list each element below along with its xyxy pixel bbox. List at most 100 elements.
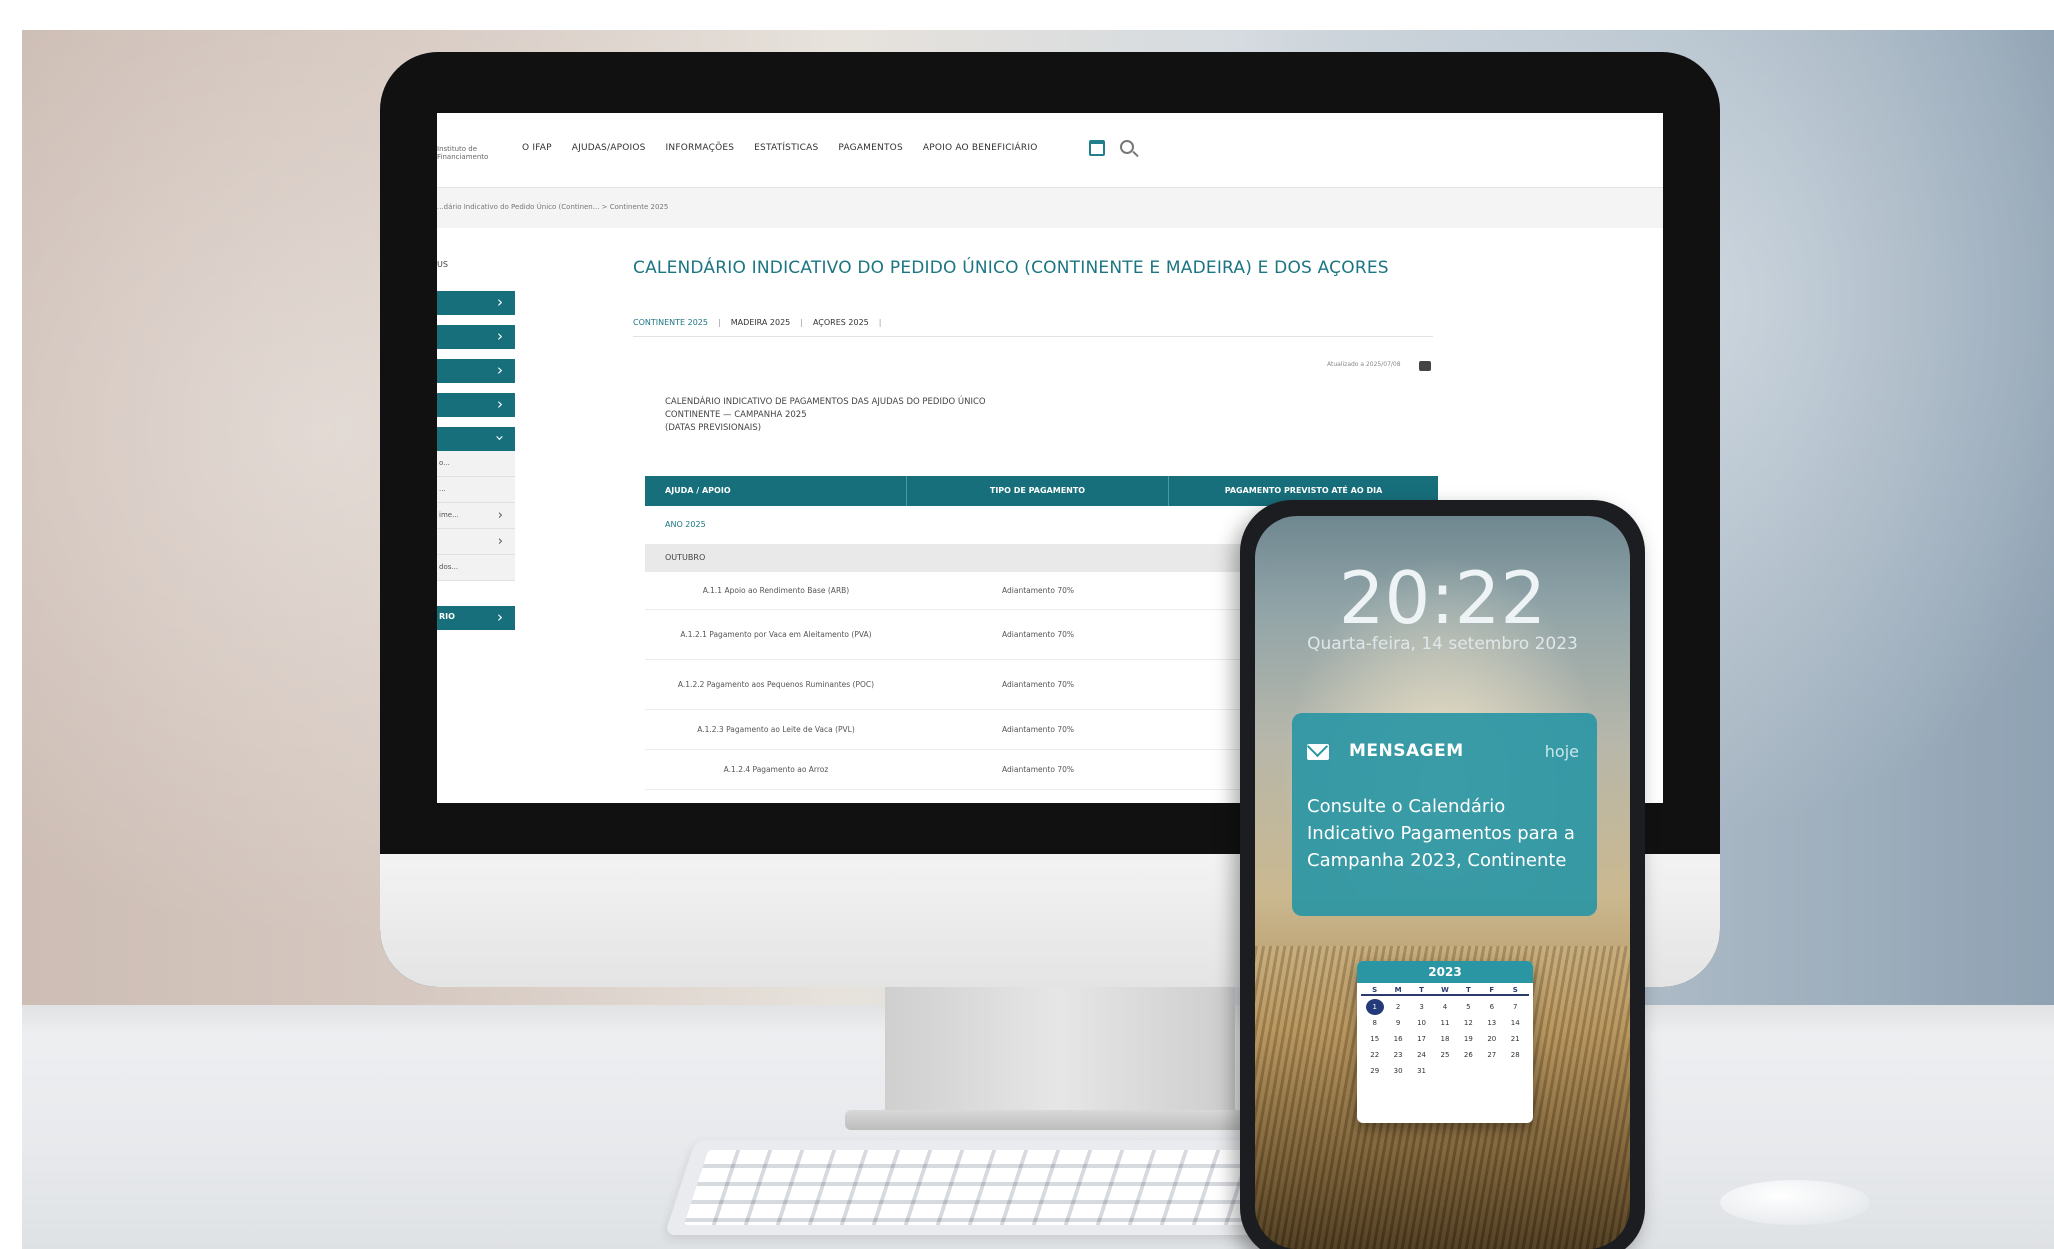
message-notification[interactable]: MENSAGEM hoje Consulte o Calendário Indi… bbox=[1292, 713, 1597, 916]
chevron-right-icon: › bbox=[497, 361, 503, 379]
chevron-right-icon: › bbox=[497, 608, 503, 626]
sidebar-subitem-3[interactable]: ime... › bbox=[437, 503, 515, 529]
weekday-label: S bbox=[1372, 986, 1378, 994]
calendar-day: 24 bbox=[1417, 1051, 1426, 1059]
calendar-week: 1 2 3 4 5 6 7 bbox=[1357, 999, 1533, 1015]
sidebar-item-2[interactable]: › bbox=[437, 325, 515, 349]
notification-time: hoje bbox=[1544, 742, 1579, 761]
tab-separator: | bbox=[878, 318, 882, 327]
sidebar-subitem-2[interactable]: ... bbox=[437, 477, 515, 503]
calendar-day: 29 bbox=[1370, 1067, 1380, 1075]
monitor-stand bbox=[885, 985, 1235, 1115]
region-tabs: CONTINENTE 2025 | MADEIRA 2025 | AÇORES … bbox=[633, 318, 881, 327]
aid-cell: A.1.2.3 Pagamento ao Leite de Vaca (PVL) bbox=[697, 725, 855, 734]
calendar-day: 9 bbox=[1395, 1019, 1401, 1027]
updated-date: Atualizado a 2025/07/08 bbox=[1327, 361, 1401, 368]
keyboard-keys bbox=[683, 1150, 1317, 1225]
chevron-right-icon: › bbox=[497, 327, 503, 345]
page-title: CALENDÁRIO INDICATIVO DO PEDIDO ÚNICO (C… bbox=[633, 258, 1389, 278]
type-cell: Adiantamento 70% bbox=[1002, 725, 1074, 734]
tab-continente[interactable]: CONTINENTE 2025 bbox=[633, 318, 708, 327]
calendar-week: 15 16 17 18 19 20 21 bbox=[1357, 1031, 1533, 1047]
tab-separator: | bbox=[717, 318, 721, 327]
calendar-day: 31 bbox=[1417, 1067, 1426, 1075]
phone-lock-screen: 20:22 Quarta-feira, 14 setembro 2023 MEN… bbox=[1255, 516, 1630, 1249]
nav-item-apoio[interactable]: APOIO AO BENEFICIÁRIO bbox=[923, 143, 1038, 153]
tab-madeira[interactable]: MADEIRA 2025 bbox=[731, 318, 791, 327]
lock-screen-date: Quarta-feira, 14 setembro 2023 bbox=[1307, 634, 1578, 654]
calendar-day: 23 bbox=[1393, 1051, 1403, 1059]
nav-item-pagamentos[interactable]: PAGAMENTOS bbox=[838, 143, 902, 153]
sidebar-item-1[interactable]: › bbox=[437, 291, 515, 315]
weekday-label: F bbox=[1489, 986, 1495, 994]
calendar-heading-line1: CALENDÁRIO INDICATIVO DE PAGAMENTOS DAS … bbox=[665, 397, 986, 407]
chevron-right-icon: › bbox=[497, 395, 503, 413]
type-cell: Adiantamento 70% bbox=[1002, 586, 1074, 595]
site-logo[interactable]: Instituto de Financiamento bbox=[437, 145, 497, 161]
print-icon[interactable] bbox=[1419, 361, 1431, 371]
breadcrumb: ...dário Indicativo do Pedido Único (Con… bbox=[437, 188, 1663, 228]
mouse bbox=[1720, 1180, 1870, 1225]
chevron-right-icon: › bbox=[497, 293, 503, 311]
type-cell: Adiantamento 70% bbox=[1002, 765, 1074, 774]
calendar-day: 17 bbox=[1417, 1035, 1426, 1043]
breadcrumb-text[interactable]: ...dário Indicativo do Pedido Único (Con… bbox=[437, 203, 668, 211]
calendar-day: 7 bbox=[1513, 1003, 1518, 1011]
calendar-week: 29 30 31 bbox=[1357, 1063, 1533, 1079]
sidebar-heading: US bbox=[437, 260, 448, 269]
top-navigation: Instituto de Financiamento O IFAP AJUDAS… bbox=[437, 113, 1663, 188]
calendar-day bbox=[1506, 1063, 1524, 1079]
calendar-day bbox=[1459, 1063, 1477, 1079]
nav-item-informacoes[interactable]: INFORMAÇÕES bbox=[666, 143, 735, 153]
calendar-day: 21 bbox=[1510, 1035, 1520, 1043]
calendar-day: 4 bbox=[1442, 1003, 1448, 1011]
chevron-right-icon: › bbox=[497, 508, 503, 523]
nav-menu: O IFAP AJUDAS/APOIOS INFORMAÇÕES ESTATÍS… bbox=[522, 143, 1037, 153]
sidebar-item-4[interactable]: › bbox=[437, 393, 515, 417]
calendar-day: 20 bbox=[1487, 1035, 1497, 1043]
calendar-day: 30 bbox=[1393, 1067, 1403, 1075]
weekday-label: T bbox=[1466, 986, 1471, 994]
calendar-day: 16 bbox=[1393, 1035, 1403, 1043]
calendar-day: 11 bbox=[1440, 1019, 1450, 1027]
sidebar-item-3[interactable]: › bbox=[437, 359, 515, 383]
aid-cell: A.1.1 Apoio ao Rendimento Base (ARB) bbox=[702, 586, 850, 595]
calendar-heading: CALENDÁRIO INDICATIVO DE PAGAMENTOS DAS … bbox=[665, 396, 1085, 435]
nav-item-ajudas[interactable]: AJUDAS/APOIOS bbox=[572, 143, 646, 153]
calendar-day: 12 bbox=[1463, 1019, 1473, 1027]
calendar-day: 15 bbox=[1370, 1035, 1380, 1043]
search-icon[interactable] bbox=[1120, 140, 1134, 154]
tab-acores[interactable]: AÇORES 2025 bbox=[813, 318, 869, 327]
sidebar-subitem-5[interactable]: dos... bbox=[437, 555, 515, 581]
notification-message: Consulte o Calendário Indicativo Pagamen… bbox=[1307, 796, 1575, 871]
calendar-icon[interactable] bbox=[1089, 140, 1105, 156]
calendar-day: 8 bbox=[1372, 1019, 1377, 1027]
calendar-day: 22 bbox=[1370, 1051, 1380, 1059]
type-cell: Adiantamento 70% bbox=[1002, 630, 1074, 639]
calendar-day: 2 bbox=[1395, 1003, 1401, 1011]
nav-item-estatisticas[interactable]: ESTATÍSTICAS bbox=[754, 143, 818, 153]
calendar-day: 10 bbox=[1417, 1019, 1426, 1027]
nav-item-ifap[interactable]: O IFAP bbox=[522, 143, 552, 153]
aid-cell: A.1.2.4 Pagamento ao Arroz bbox=[723, 765, 829, 774]
sidebar-item-beneficiario[interactable]: RIO › bbox=[437, 606, 515, 630]
notification-app-name: MENSAGEM bbox=[1349, 741, 1464, 761]
calendar-day: 5 bbox=[1466, 1003, 1471, 1011]
weekday-label: S bbox=[1512, 986, 1518, 994]
sidebar-subitem-4[interactable]: › bbox=[437, 529, 515, 555]
calendar-illustration: 2023 S M T W T F S 1 2 3 4 5 6 7 8 9 10 … bbox=[1357, 961, 1533, 1123]
tab-separator: | bbox=[800, 318, 803, 327]
calendar-day-highlighted: 1 bbox=[1365, 999, 1384, 1015]
calendar-day: 28 bbox=[1510, 1051, 1520, 1059]
calendar-day: 19 bbox=[1463, 1035, 1473, 1043]
keyboard bbox=[664, 1140, 1336, 1235]
lock-screen-time: 20:22 bbox=[1338, 556, 1547, 640]
calendar-year: 2023 bbox=[1357, 961, 1533, 983]
aid-cell: A.1.2.1 Pagamento por Vaca em Aleitament… bbox=[680, 630, 872, 639]
sidebar-item-5-expanded[interactable]: › bbox=[437, 427, 515, 451]
calendar-day bbox=[1483, 1063, 1501, 1079]
calendar-day: 18 bbox=[1440, 1035, 1450, 1043]
calendar-day: 27 bbox=[1487, 1051, 1497, 1059]
column-header-type: TIPO DE PAGAMENTO bbox=[907, 476, 1169, 506]
sidebar-subitem-1[interactable]: o... bbox=[437, 451, 515, 477]
